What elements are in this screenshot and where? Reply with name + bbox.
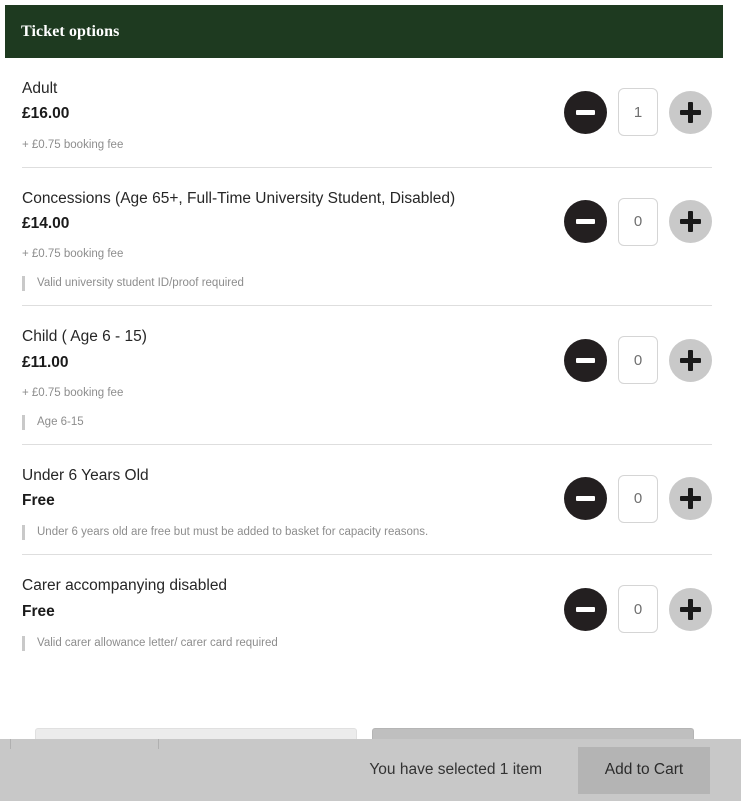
decrease-quantity-button[interactable] xyxy=(564,200,607,244)
ticket-info: Adult £16.00 + £0.75 booking fee xyxy=(22,76,564,153)
minus-icon xyxy=(576,357,595,363)
increase-quantity-button[interactable] xyxy=(669,90,712,134)
ticket-price: £14.00 xyxy=(22,215,70,233)
minus-icon xyxy=(576,606,595,612)
quantity-input[interactable] xyxy=(618,474,658,523)
ticket-price: £11.00 xyxy=(22,353,69,371)
note-text: Age 6-15 xyxy=(37,415,84,428)
plus-icon xyxy=(680,598,701,620)
sticky-footer-bar: You have selected 1 item Add to Cart xyxy=(0,739,741,801)
increase-quantity-button[interactable] xyxy=(669,338,712,382)
minus-icon xyxy=(576,219,595,225)
ticket-list: Adult £16.00 + £0.75 booking fee 1 Conce… xyxy=(5,58,723,665)
note-marker-icon xyxy=(22,276,25,292)
note-text: Valid university student ID/proof requir… xyxy=(37,277,244,290)
note-text: Under 6 years old are free but must be a… xyxy=(37,526,429,539)
tickmark xyxy=(10,739,11,749)
ticket-name: Under 6 Years Old xyxy=(22,466,149,484)
ticket-note: Valid carer allowance letter/ carer card… xyxy=(22,635,564,651)
ticket-name: Child ( Age 6 - 15) xyxy=(22,328,147,346)
ticket-info: Child ( Age 6 - 15) £11.00 + £0.75 booki… xyxy=(22,324,564,430)
ticket-price: £16.00 xyxy=(22,105,70,123)
add-to-cart-button[interactable]: Add to Cart xyxy=(578,746,710,794)
tickmark xyxy=(158,739,159,749)
plus-icon xyxy=(680,211,701,233)
decrease-quantity-button[interactable] xyxy=(564,477,607,521)
note-marker-icon xyxy=(22,525,25,541)
minus-icon xyxy=(576,496,595,502)
ticket-note: Age 6-15 xyxy=(22,414,564,430)
quantity-stepper xyxy=(564,324,712,385)
ticket-name: Concessions (Age 65+, Full-Time Universi… xyxy=(22,189,456,207)
plus-icon xyxy=(680,349,701,371)
ticket-row: Carer accompanying disabled Free Valid c… xyxy=(22,555,712,665)
quantity-stepper xyxy=(564,76,712,136)
ticket-name: Adult xyxy=(22,80,58,97)
booking-fee: + £0.75 booking fee xyxy=(22,386,124,399)
increase-quantity-button[interactable] xyxy=(669,200,712,244)
quantity-stepper xyxy=(564,463,712,523)
increase-quantity-button[interactable] xyxy=(669,477,712,521)
ticket-info: Concessions (Age 65+, Full-Time Universi… xyxy=(22,186,564,292)
quantity-stepper xyxy=(564,573,712,634)
plus-icon xyxy=(680,488,701,510)
minus-icon xyxy=(576,109,595,115)
ticket-price: Free xyxy=(22,492,55,510)
ticket-row: Under 6 Years Old Free Under 6 years old… xyxy=(22,445,712,556)
ticket-price: Free xyxy=(22,602,55,620)
note-marker-icon xyxy=(22,635,25,651)
page-title: Ticket options xyxy=(21,22,120,40)
ticket-info: Under 6 Years Old Free Under 6 years old… xyxy=(22,463,564,541)
selection-summary-text: You have selected 1 item xyxy=(369,761,542,778)
quantity-input[interactable] xyxy=(618,585,658,634)
ticket-row: Child ( Age 6 - 15) £11.00 + £0.75 booki… xyxy=(22,306,712,445)
plus-icon xyxy=(680,101,701,123)
booking-fee: + £0.75 booking fee xyxy=(22,138,124,151)
booking-fee: + £0.75 booking fee xyxy=(22,248,124,261)
footer-tickmarks xyxy=(0,739,741,749)
quantity-input[interactable] xyxy=(618,88,658,136)
quantity-input[interactable] xyxy=(618,197,658,246)
note-text: Valid carer allowance letter/ carer card… xyxy=(37,636,278,649)
decrease-quantity-button[interactable] xyxy=(564,587,607,631)
ticket-note: Under 6 years old are free but must be a… xyxy=(22,525,564,541)
quantity-stepper xyxy=(564,186,712,246)
ticket-row: Adult £16.00 + £0.75 booking fee xyxy=(22,58,712,168)
ticket-booking-page: Ticket options Adult £16.00 + £0.75 book… xyxy=(0,0,741,801)
increase-quantity-button[interactable] xyxy=(669,587,712,631)
decrease-quantity-button[interactable] xyxy=(564,90,607,134)
note-marker-icon xyxy=(22,414,25,430)
panel-header: Ticket options xyxy=(5,5,723,58)
ticket-info: Carer accompanying disabled Free Valid c… xyxy=(22,573,564,651)
decrease-quantity-button[interactable] xyxy=(564,338,607,382)
ticket-row: Concessions (Age 65+, Full-Time Universi… xyxy=(22,168,712,307)
ticket-options-panel: Ticket options Adult £16.00 + £0.75 book… xyxy=(5,5,723,665)
ticket-name: Carer accompanying disabled xyxy=(22,577,228,595)
quantity-input[interactable] xyxy=(618,336,658,385)
ticket-note: Valid university student ID/proof requir… xyxy=(22,276,564,292)
